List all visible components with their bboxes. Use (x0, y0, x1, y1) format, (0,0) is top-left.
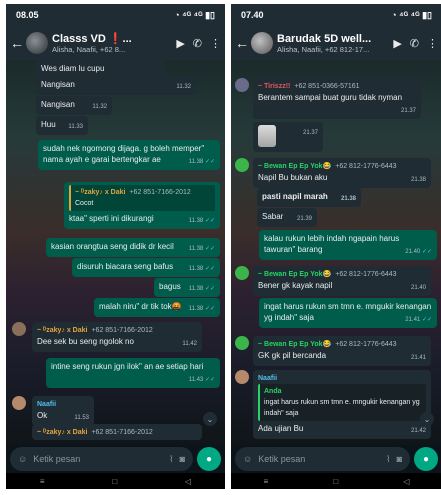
message-outgoing[interactable]: malah niru" dr tik tok🤬 11.38 ✓✓ (94, 298, 220, 317)
camera-icon[interactable]: ◙ (397, 454, 402, 464)
mic-icon[interactable]: ● (197, 447, 221, 471)
compose-bar: ☺ Ketik pesan ⌇ ◙ ● (231, 445, 441, 473)
nav-back-icon[interactable]: ◁ (403, 477, 409, 486)
message-incoming[interactable]: Naafii Ok 11.53 (32, 396, 94, 426)
right-phone-screenshot: 07.40 ◔ ⁴ᴳ ⁴ᴳ ▮▯ ← Barudak 5D well... Al… (231, 4, 441, 489)
message-incoming[interactable]: Nangisan 11.32 (36, 76, 196, 95)
compose-bar: ☺ Ketik pesan ⌇ ◙ ● (6, 445, 225, 473)
group-avatar[interactable] (251, 32, 273, 54)
chevron-down-icon[interactable]: ⌄ (420, 412, 434, 426)
attach-icon[interactable]: ⌇ (169, 454, 173, 465)
emoji-icon[interactable]: ☺ (18, 454, 27, 464)
sender-avatar[interactable] (235, 336, 249, 350)
message-outgoing[interactable]: ingat harus rukun sm tmn e. mngukir kena… (259, 298, 437, 328)
read-tick-icon: ✓✓ (204, 246, 215, 252)
video-call-icon[interactable]: ▶ (393, 37, 401, 50)
status-icons: ◔ ⁴ᴳ ⁴ᴳ ▮▯ (391, 9, 432, 20)
more-icon[interactable]: ⋮ (210, 37, 221, 50)
chat-header: ← Classs VD ❗... Alisha, Naafii, +62 8..… (6, 26, 225, 60)
read-tick-icon: ✓✓ (204, 377, 215, 383)
sender-avatar[interactable] (235, 266, 249, 280)
chat-title: Classs VD ❗... (52, 33, 132, 45)
message-outgoing[interactable]: sudah nek ngomong dijaga. g boleh memper… (38, 140, 220, 170)
camera-icon[interactable]: ◙ (180, 454, 185, 464)
chat-header: ← Barudak 5D well... Alisha, Naafii, +62… (231, 26, 441, 60)
sender-avatar[interactable] (235, 370, 249, 384)
message-outgoing[interactable]: bagus 11.38 ✓✓ (154, 278, 220, 297)
message-incoming-sticker[interactable]: 21.37 (253, 122, 323, 152)
quoted-message[interactable]: ~ ᴰzaky♪ x Daki +62 851-7166-2012 Cocot (69, 185, 215, 211)
sender-avatar[interactable] (12, 396, 26, 410)
read-tick-icon: ✓✓ (421, 317, 432, 323)
message-incoming[interactable]: ~ Bewan Ep Ep Yok😂 +62 812-1776-6443 GK g… (253, 336, 431, 366)
nav-home-icon[interactable]: □ (112, 477, 117, 486)
chat-title-area[interactable]: Barudak 5D well... Alisha, Naafii, +62 8… (277, 33, 389, 54)
message-outgoing[interactable]: intine seng rukun jgn ilok" an ae setiap… (46, 358, 220, 388)
message-input[interactable]: ☺ Ketik pesan ⌇ ◙ (235, 447, 410, 471)
chat-members: Alisha, Naafii, +62 8... (52, 45, 126, 54)
nav-back-icon[interactable]: ◁ (185, 477, 191, 486)
message-outgoing-reply[interactable]: ~ ᴰzaky♪ x Daki +62 851-7166-2012 Cocot k… (64, 182, 220, 229)
nav-menu-icon[interactable]: ≡ (40, 477, 45, 486)
nav-home-icon[interactable]: □ (333, 477, 338, 486)
sender-avatar[interactable] (235, 78, 249, 92)
status-time: 07.40 (241, 10, 264, 20)
chat-members: Alisha, Naafii, +62 812-17... (277, 44, 370, 54)
read-tick-icon: ✓✓ (204, 286, 215, 292)
message-incoming[interactable]: ~ Bewan Ep Ep Yok😂 +62 812-1776-6443 Bene… (253, 266, 431, 296)
system-nav-bar: ≡ □ ◁ (231, 473, 441, 489)
status-time: 08.05 (16, 10, 39, 20)
message-incoming[interactable]: Nangisan 11.32 (36, 96, 112, 115)
message-incoming[interactable]: ~ ᴰzaky♪ x Daki +62 851-7166-2012 (32, 424, 202, 440)
sticker-image[interactable] (258, 125, 276, 147)
system-nav-bar: ≡ □ ◁ (6, 473, 225, 489)
voice-call-icon[interactable]: ✆ (410, 37, 419, 50)
message-list[interactable]: ~ Tiriszz!! +62 851-0366-57161 Berantem s… (231, 60, 441, 445)
video-call-icon[interactable]: ▶ (176, 37, 184, 50)
quoted-message[interactable]: Anda ingat harus rukun sm tmn e. mngukir… (258, 384, 426, 421)
message-incoming[interactable]: Wes diam lu cupu (36, 60, 166, 76)
voice-call-icon[interactable]: ✆ (193, 37, 202, 50)
read-tick-icon: ✓✓ (421, 249, 432, 255)
read-tick-icon: ✓✓ (204, 266, 215, 272)
message-outgoing[interactable]: disuruh biacara seng bafus 11.38 ✓✓ (72, 258, 220, 277)
nav-menu-icon[interactable]: ≡ (264, 477, 269, 486)
read-tick-icon: ✓✓ (204, 159, 215, 165)
attach-icon[interactable]: ⌇ (386, 454, 390, 465)
message-input[interactable]: ☺ Ketik pesan ⌇ ◙ (10, 447, 193, 471)
message-incoming[interactable]: Sabar 21.39 (257, 208, 317, 227)
sender-avatar[interactable] (12, 322, 26, 336)
sender-avatar[interactable] (235, 158, 249, 172)
back-arrow-icon[interactable]: ← (10, 35, 24, 51)
chevron-down-icon[interactable]: ⌄ (203, 412, 217, 426)
back-arrow-icon[interactable]: ← (235, 35, 249, 51)
message-incoming[interactable]: ~ Bewan Ep Ep Yok😂 +62 812-1776-6443 Napi… (253, 158, 431, 188)
mic-icon[interactable]: ● (414, 447, 438, 471)
status-icons: ◔ ⁴ᴳ ⁴ᴳ ▮▯ (174, 9, 215, 20)
chat-title: Barudak 5D well... (277, 32, 372, 45)
message-input-placeholder: Ketik pesan (33, 454, 81, 464)
status-bar: 07.40 ◔ ⁴ᴳ ⁴ᴳ ▮▯ (231, 4, 441, 26)
group-avatar[interactable] (26, 32, 48, 54)
message-outgoing[interactable]: kasian orangtua seng didik dr kecil 11.3… (46, 238, 220, 257)
emoji-icon[interactable]: ☺ (243, 454, 252, 464)
chat-title-area[interactable]: Classs VD ❗... Alisha, Naafii, +62 8... (52, 32, 172, 54)
message-incoming-reply[interactable]: Naafii Anda ingat harus rukun sm tmn e. … (253, 370, 431, 439)
more-icon[interactable]: ⋮ (427, 37, 438, 50)
message-incoming[interactable]: pasti napil marah 21.38 (257, 188, 361, 207)
read-tick-icon: ✓✓ (204, 306, 215, 312)
message-outgoing[interactable]: kalau rukun lebih indah ngapain harus ta… (259, 230, 437, 260)
message-incoming[interactable]: ~ ᴰzaky♪ x Daki +62 851-7166-2012 Dee sek… (32, 322, 202, 352)
message-list[interactable]: Wes diam lu cupu Nangisan 11.32 Nangisan… (6, 60, 225, 445)
status-bar: 08.05 ◔ ⁴ᴳ ⁴ᴳ ▮▯ (6, 4, 225, 26)
read-tick-icon: ✓✓ (204, 218, 215, 224)
message-incoming[interactable]: ~ Tiriszz!! +62 851-0366-57161 Berantem s… (253, 78, 421, 119)
left-phone-screenshot: 08.05 ◔ ⁴ᴳ ⁴ᴳ ▮▯ ← Classs VD ❗... Alisha… (6, 4, 225, 489)
message-input-placeholder: Ketik pesan (258, 454, 306, 464)
message-incoming[interactable]: Huu 11.33 (36, 116, 88, 135)
